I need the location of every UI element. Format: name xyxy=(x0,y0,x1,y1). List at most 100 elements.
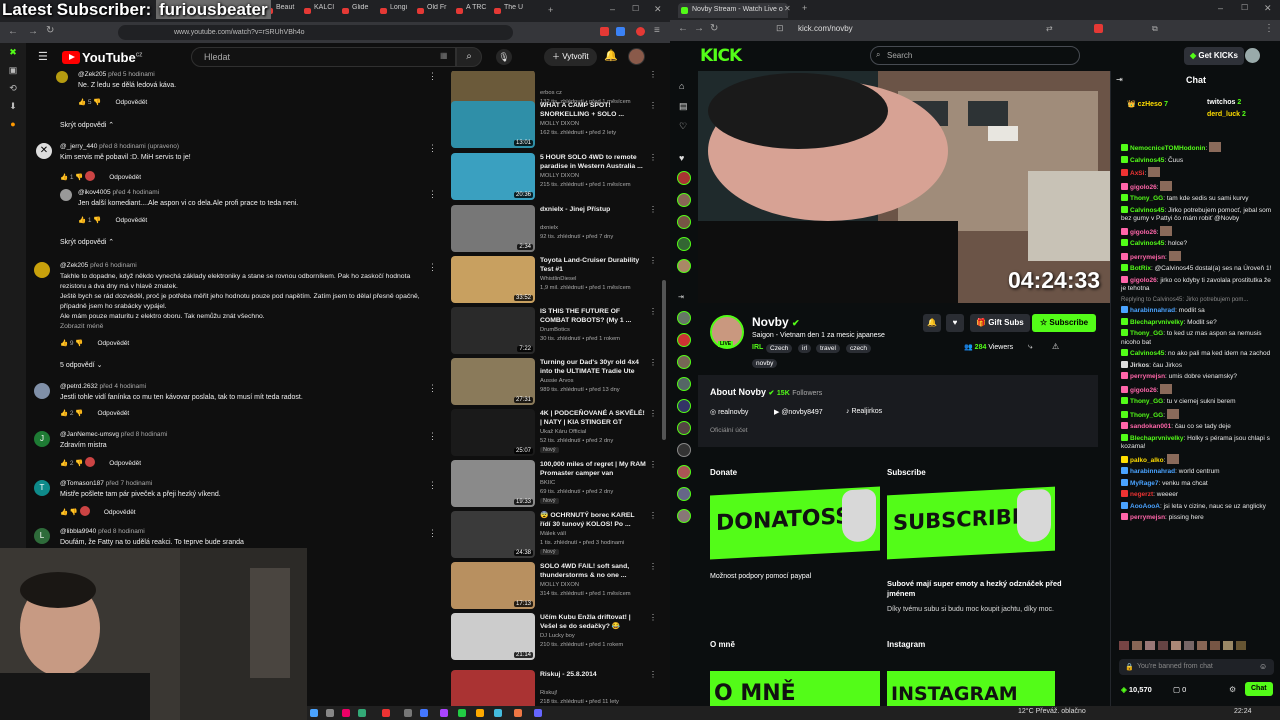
recommended-video[interactable]: Riskuj - 25.8.2014 Riskuj! 218 tis. zhlédn… xyxy=(451,670,661,706)
chat-username[interactable]: Thony_GG xyxy=(1130,330,1163,337)
social-instagram[interactable]: ◎ realnovby xyxy=(710,408,748,416)
video-menu-icon[interactable]: ⋮ xyxy=(649,307,657,316)
like-icon[interactable]: 👍 xyxy=(78,99,86,106)
reply-button[interactable]: Odpovědět xyxy=(104,509,136,516)
emote-icon[interactable] xyxy=(1184,641,1194,650)
video-channel[interactable]: MOLLY DIXON xyxy=(540,582,650,588)
dislike-icon[interactable]: 👎 xyxy=(75,410,83,417)
dislike-icon[interactable]: 👎 xyxy=(93,99,101,106)
chat-username[interactable]: Thony_GG xyxy=(1130,398,1163,405)
bookmark-icon[interactable]: ⊡ xyxy=(776,23,784,34)
extensions-icon[interactable]: ⧉ xyxy=(1152,24,1158,34)
followed-channel-avatar[interactable] xyxy=(677,443,691,457)
hide-replies-button[interactable]: Skrýt odpovědi ⌃ xyxy=(60,121,114,129)
settings-gear-icon[interactable]: ⚙ xyxy=(1229,685,1236,694)
menu-icon[interactable]: ⋮ xyxy=(1264,23,1274,34)
avatar[interactable] xyxy=(34,262,50,278)
emote-icon[interactable] xyxy=(1210,641,1220,650)
video-title[interactable]: IS THIS THE FUTURE OF COMBAT ROBOTS? (My… xyxy=(540,307,646,325)
chat-username[interactable]: gigolo26 xyxy=(1130,277,1157,284)
subscribe-button[interactable]: ☆ Subscribe xyxy=(1032,314,1097,332)
share-icon[interactable]: ⤷ xyxy=(1028,342,1032,352)
recommended-video[interactable]: 17:13 SOLO 4WD FAIL! soft sand, thunderst… xyxy=(451,562,661,612)
video-title[interactable]: Turning our Dad's 30yr old 4x4 into the … xyxy=(540,358,646,376)
video-menu-icon[interactable]: ⋮ xyxy=(649,153,657,162)
video-thumbnail[interactable]: 27:31 xyxy=(451,358,535,405)
notification-bell-icon[interactable]: 🔔 xyxy=(923,314,941,332)
dislike-icon[interactable]: 👎 xyxy=(75,174,83,181)
browser-tab[interactable]: The U xyxy=(492,4,525,20)
comment-time[interactable]: před 8 hodinami xyxy=(121,431,168,438)
browser-tab[interactable]: Longi xyxy=(378,4,410,20)
taskbar-app-icon[interactable] xyxy=(476,709,484,717)
chat-username[interactable]: Thony_GG xyxy=(1130,412,1163,419)
expand-rail-icon[interactable]: ⇥ xyxy=(678,293,684,301)
avatar[interactable]: L xyxy=(34,528,50,544)
forward-icon[interactable]: → xyxy=(28,26,38,37)
chat-username[interactable]: gigolo26 xyxy=(1130,184,1157,191)
taskbar-app-icon[interactable] xyxy=(458,709,466,717)
video-channel[interactable]: Aussie Arvos xyxy=(540,378,650,384)
minimize-icon[interactable]: – xyxy=(1218,3,1223,13)
video-menu-icon[interactable]: ⋮ xyxy=(649,460,657,469)
search-input[interactable]: Hledat xyxy=(191,47,456,67)
kick-logo[interactable]: KICK xyxy=(700,46,742,66)
followed-channel-avatar[interactable] xyxy=(677,355,691,369)
like-icon[interactable]: 👍 xyxy=(60,174,68,181)
chat-username[interactable]: perrymejsn xyxy=(1130,514,1165,521)
chat-username[interactable]: AxSi xyxy=(1130,170,1144,177)
browser-tab[interactable]: KALCI xyxy=(302,4,336,20)
like-icon[interactable]: 👍 xyxy=(60,460,68,467)
reply-button[interactable]: Odpovědět xyxy=(97,340,129,347)
comment-menu-icon[interactable]: ⋮ xyxy=(428,480,437,491)
video-thumbnail[interactable]: 25:07 xyxy=(451,409,535,456)
video-channel[interactable]: erbos cz xyxy=(540,90,650,96)
chat-username[interactable]: palko_alko xyxy=(1130,457,1164,464)
taskbar-app-icon[interactable] xyxy=(440,709,448,717)
recommended-video[interactable]: 25:07 4K | PODCEŇOVANÉ A SKVĚLÉ! | NATY |… xyxy=(451,409,661,459)
browse-icon[interactable]: ▤ xyxy=(679,101,688,112)
recommended-video[interactable]: 24:38 😨 OCHRNUTÝ borec KAREL řídí 30 tuno… xyxy=(451,511,661,561)
maximize-icon[interactable]: ☐ xyxy=(632,4,639,13)
extension-icon[interactable] xyxy=(636,27,645,36)
video-channel[interactable]: Málek válí xyxy=(540,531,650,537)
followed-channel-avatar[interactable] xyxy=(677,421,691,435)
video-thumbnail[interactable]: 2:34 xyxy=(451,205,535,252)
comment-time[interactable]: před 4 hodinami xyxy=(100,383,147,390)
show-less-button[interactable]: Zobrazit méně xyxy=(60,322,430,332)
recommended-video[interactable]: 19:33 100,000 miles of regret | My RAM Pr… xyxy=(451,460,661,510)
chat-username[interactable]: Calvinos45 xyxy=(1130,207,1164,214)
streamer-name[interactable]: Novby ✔ xyxy=(752,315,800,329)
chat-username[interactable]: harabinnahrad xyxy=(1130,468,1175,475)
subscribe-panel-image[interactable]: SUBSCRIBE xyxy=(887,486,1055,560)
reply-button[interactable]: Odpovědět xyxy=(115,99,147,106)
followed-channel-avatar[interactable] xyxy=(677,237,691,251)
create-button[interactable]: ＋ Vytvořit xyxy=(544,48,597,66)
video-menu-icon[interactable]: ⋮ xyxy=(649,205,657,214)
comment-author[interactable]: @ikov4005 xyxy=(78,189,111,196)
stream-tag[interactable]: travel xyxy=(816,344,840,353)
recommended-video[interactable]: 7:22 IS THIS THE FUTURE OF COMBAT ROBOTS?… xyxy=(451,307,661,357)
about-me-panel-image[interactable]: O MNĚ xyxy=(710,671,880,706)
emote-picker-icon[interactable]: ☺ xyxy=(1259,662,1267,671)
back-icon[interactable]: ← xyxy=(8,26,18,37)
comment-menu-icon[interactable]: ⋮ xyxy=(428,528,437,539)
video-channel[interactable]: MOLLY DIXON xyxy=(540,173,650,179)
chat-username[interactable]: perrymejsn xyxy=(1130,373,1165,380)
video-title[interactable]: Toyota Land-Cruiser Durability Test #1 xyxy=(540,256,646,274)
minimize-icon[interactable]: – xyxy=(610,4,615,14)
chat-username[interactable]: NemocniceTOMHodonin xyxy=(1130,145,1205,152)
taskbar-app-icon[interactable] xyxy=(382,709,390,717)
following-icon[interactable]: ♡ xyxy=(679,121,687,132)
sidebar-extension-icon[interactable]: ● xyxy=(8,119,18,129)
video-thumbnail[interactable]: 21:14 xyxy=(451,613,535,660)
reload-icon[interactable]: ↻ xyxy=(46,25,54,36)
comment-menu-icon[interactable]: ⋮ xyxy=(428,431,437,442)
avatar[interactable] xyxy=(1245,48,1260,63)
chat-username[interactable]: Calvinos45 xyxy=(1130,240,1164,247)
recommended-video[interactable]: 20:36 5 HOUR SOLO 4WD to remote paradise … xyxy=(451,153,661,203)
reply-button[interactable]: Odpovědět xyxy=(115,217,147,224)
close-icon[interactable]: ✕ xyxy=(654,4,662,15)
comment-menu-icon[interactable]: ⋮ xyxy=(428,383,437,394)
followed-channel-avatar[interactable] xyxy=(677,509,691,523)
